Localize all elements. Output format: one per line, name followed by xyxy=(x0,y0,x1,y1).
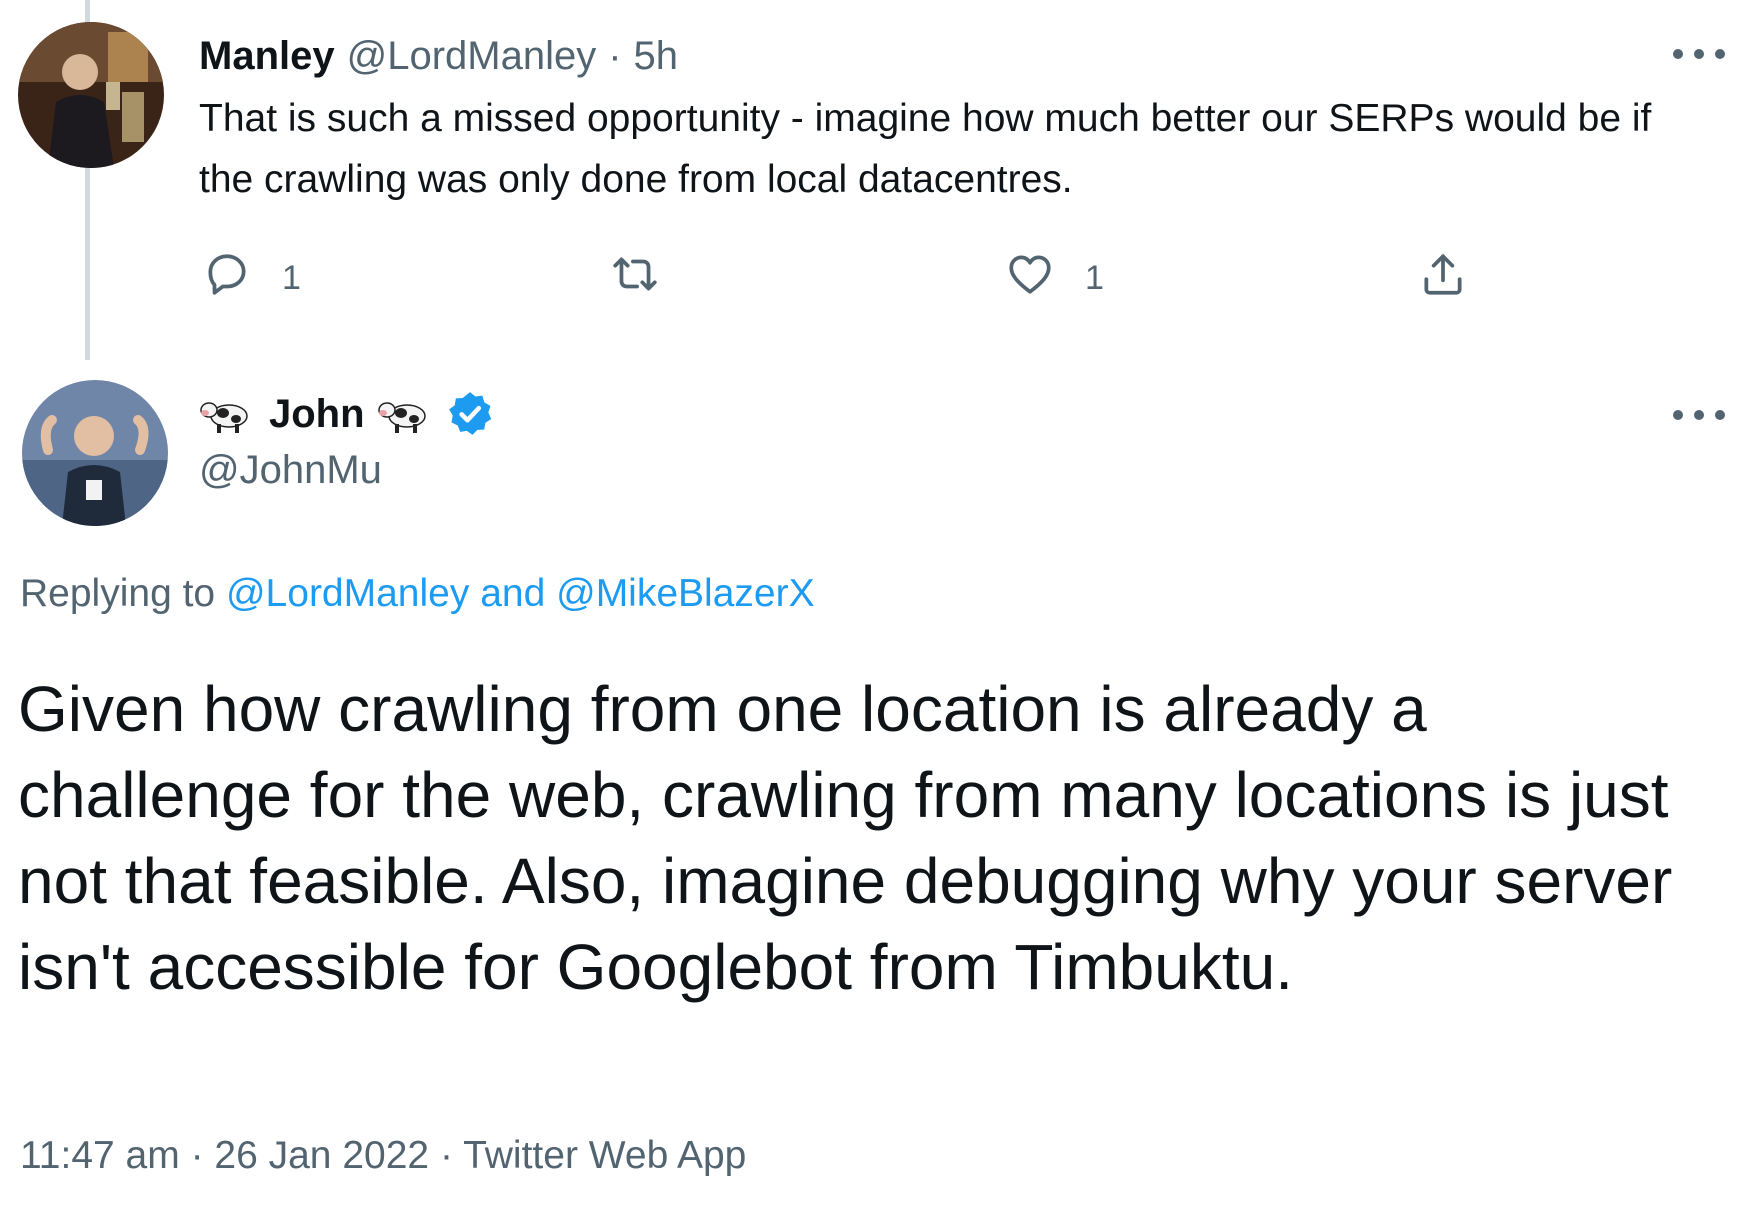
display-name[interactable]: Manley xyxy=(199,34,335,79)
more-options-icon[interactable] xyxy=(1673,405,1725,425)
replying-prefix: Replying to xyxy=(20,572,216,615)
separator: · xyxy=(608,33,622,78)
tweet-time[interactable]: 5h xyxy=(634,34,679,79)
avatar-manley[interactable] xyxy=(18,22,164,168)
timestamp-date[interactable]: 26 Jan 2022 xyxy=(214,1134,429,1177)
mention-link[interactable]: @MikeBlazerX xyxy=(556,572,815,615)
avatar-john[interactable] xyxy=(22,380,168,526)
reply-button[interactable]: 1 xyxy=(202,248,301,308)
mention-link[interactable]: @LordManley xyxy=(226,572,469,615)
tweet1-text: That is such a missed opportunity - imag… xyxy=(199,97,1652,201)
like-count: 1 xyxy=(1085,258,1104,297)
retweet-icon xyxy=(610,249,660,308)
reply-icon xyxy=(202,249,252,308)
user-handle[interactable]: @LordManley xyxy=(347,34,597,79)
like-icon xyxy=(1005,249,1055,308)
tweet-source[interactable]: Twitter Web App xyxy=(463,1134,746,1177)
verified-badge-icon xyxy=(445,389,495,439)
reply-count: 1 xyxy=(282,258,301,297)
mention-conjunction[interactable]: and xyxy=(480,572,545,615)
tweet1-action-bar: 1 1 xyxy=(0,248,1747,308)
tweet2-text: Given how crawling from one location is … xyxy=(18,673,1673,1003)
cow-icon xyxy=(377,394,435,434)
replying-to-line: Replying to @LordManley and @MikeBlazerX xyxy=(20,572,815,616)
user-handle[interactable]: @JohnMu xyxy=(199,448,382,493)
tweet-metadata: 11:47 am · 26 Jan 2022 · Twitter Web App xyxy=(20,1134,746,1178)
timestamp-time[interactable]: 11:47 am xyxy=(20,1134,180,1177)
tweet2-name-row: John xyxy=(199,385,495,443)
retweet-button[interactable] xyxy=(610,248,690,308)
separator: · xyxy=(439,1134,453,1177)
display-name[interactable]: John xyxy=(269,392,365,437)
more-options-icon[interactable] xyxy=(1673,44,1725,64)
share-icon xyxy=(1418,249,1468,308)
separator: · xyxy=(190,1134,204,1177)
share-button[interactable] xyxy=(1418,248,1468,308)
like-button[interactable]: 1 xyxy=(1005,248,1104,308)
cow-icon xyxy=(199,394,257,434)
tweet1-header: Manley @LordManley · 5h xyxy=(199,28,678,84)
